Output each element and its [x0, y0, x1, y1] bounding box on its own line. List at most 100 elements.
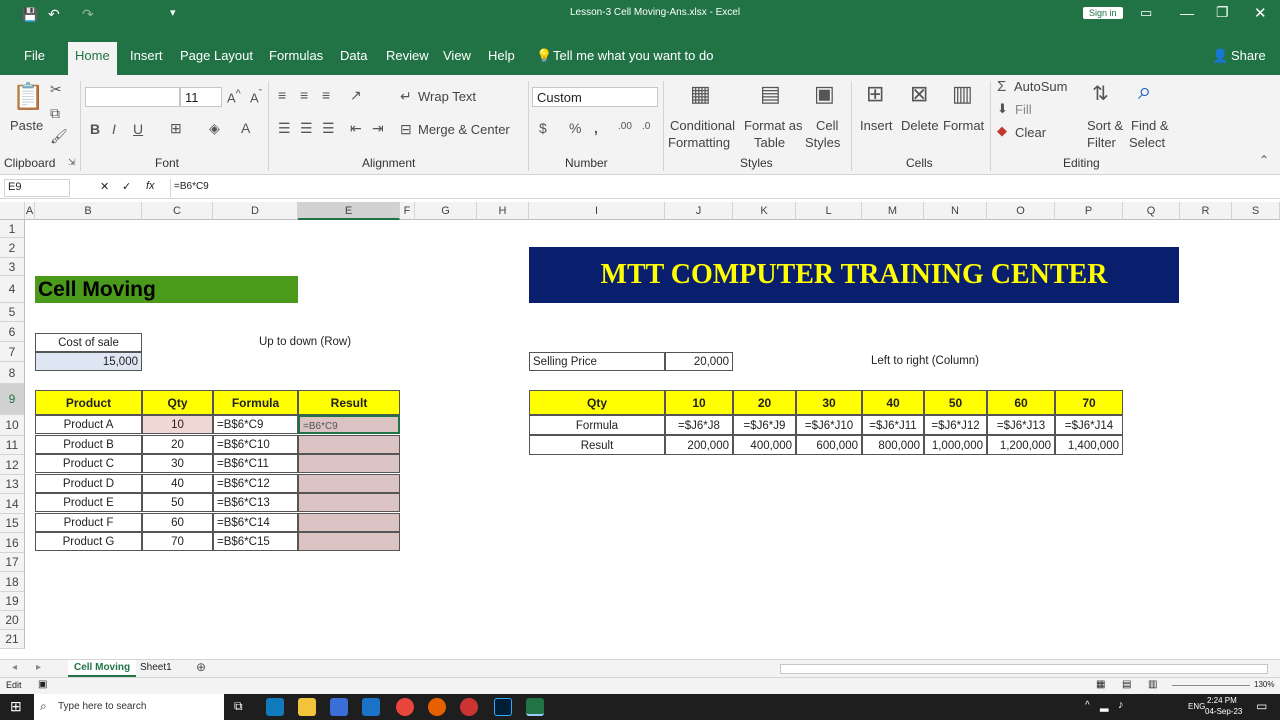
align-center-icon[interactable]: ☰: [300, 120, 313, 137]
sheet-tab-sheet1[interactable]: Sheet1: [140, 662, 172, 673]
format-cells-button[interactable]: Format: [943, 118, 984, 133]
fill-button[interactable]: Fill: [1015, 102, 1032, 117]
new-sheet-icon[interactable]: ⊕: [196, 660, 206, 674]
left-cell-result-13[interactable]: [298, 493, 400, 512]
column-header-o[interactable]: O: [987, 202, 1055, 220]
redo-icon[interactable]: ↷: [82, 6, 94, 23]
increase-decimal-icon[interactable]: .00: [618, 121, 632, 132]
selling-price-value[interactable]: 20,000: [665, 352, 733, 371]
paste-icon[interactable]: 📋: [12, 81, 44, 112]
bottom-align-icon[interactable]: ≡: [322, 87, 330, 103]
left-cell-formula-9[interactable]: =B$6*C9: [213, 415, 298, 434]
find-select-label-2[interactable]: Select: [1129, 135, 1165, 150]
cell-styles-label-2[interactable]: Styles: [805, 135, 840, 150]
row-header-1[interactable]: 1: [0, 220, 25, 238]
percent-button[interactable]: %: [569, 120, 581, 136]
column-header-q[interactable]: Q: [1123, 202, 1180, 220]
left-header-result[interactable]: Result: [298, 390, 400, 415]
clipboard-launcher-icon[interactable]: ⇲: [68, 157, 76, 168]
left-cell-product-10[interactable]: Product B: [35, 434, 142, 454]
up-to-down-label[interactable]: Up to down (Row): [256, 333, 354, 352]
formula-input[interactable]: =B6*C9: [170, 179, 1270, 197]
wrap-text-button[interactable]: Wrap Text: [418, 89, 476, 104]
left-cell-qty-13[interactable]: 50: [142, 493, 213, 512]
left-cell-qty-10[interactable]: 20: [142, 434, 213, 454]
tab-home[interactable]: Home: [68, 42, 117, 75]
right-cell-headers-1[interactable]: 10: [665, 390, 733, 415]
right-cell-result-7[interactable]: 1,400,000: [1055, 435, 1123, 455]
taskbar-time[interactable]: 2:24 PM: [1207, 696, 1237, 705]
tray-chevron-icon[interactable]: ^: [1085, 700, 1090, 711]
tab-file[interactable]: File: [24, 48, 45, 63]
column-header-f[interactable]: F: [400, 202, 415, 220]
collapse-ribbon-icon[interactable]: ⌃: [1259, 153, 1269, 167]
ribbon-display-icon[interactable]: ▭: [1140, 5, 1152, 21]
right-cell-result-1[interactable]: 200,000: [665, 435, 733, 455]
cost-of-sale-label[interactable]: Cost of sale: [35, 333, 142, 352]
left-cell-formula-13[interactable]: =B$6*C13: [213, 493, 298, 512]
column-header-a[interactable]: A: [25, 202, 35, 220]
left-cell-result-14[interactable]: [298, 512, 400, 532]
column-header-h[interactable]: H: [477, 202, 529, 220]
sheet-heading[interactable]: Cell Moving: [35, 276, 298, 303]
autosum-button[interactable]: AutoSum: [1014, 79, 1067, 94]
cost-of-sale-value[interactable]: 15,000: [35, 352, 142, 371]
middle-align-icon[interactable]: ≡: [300, 87, 308, 103]
row-header-20[interactable]: 20: [0, 611, 25, 630]
right-cell-formula-6[interactable]: =$J6*J13: [987, 415, 1055, 435]
left-cell-formula-15[interactable]: =B$6*C15: [213, 532, 298, 551]
save-icon[interactable]: 💾: [22, 7, 38, 23]
macro-record-icon[interactable]: ▣: [38, 679, 47, 690]
row-header-17[interactable]: 17: [0, 553, 25, 572]
right-cell-formula-7[interactable]: =$J6*J14: [1055, 415, 1123, 435]
row-header-14[interactable]: 14: [0, 494, 25, 514]
column-header-s[interactable]: S: [1232, 202, 1280, 220]
right-cell-headers-3[interactable]: 30: [796, 390, 862, 415]
row-header-12[interactable]: 12: [0, 455, 25, 475]
shrink-font-icon[interactable]: Aˇ: [250, 88, 262, 105]
customize-toolbar-icon[interactable]: ▾: [170, 6, 176, 19]
sort-filter-label-1[interactable]: Sort &: [1087, 118, 1123, 133]
left-cell-result-15[interactable]: [298, 532, 400, 551]
tab-data[interactable]: Data: [340, 48, 367, 63]
format-painter-icon[interactable]: 🖌: [50, 128, 68, 145]
font-size-combo[interactable]: 11: [180, 87, 222, 107]
row-header-11[interactable]: 11: [0, 436, 25, 455]
conditional-formatting-label-2[interactable]: Formatting: [668, 135, 730, 150]
align-right-icon[interactable]: ☰: [322, 120, 335, 137]
page-layout-view-icon[interactable]: ▤: [1122, 679, 1131, 690]
start-windows-icon[interactable]: ⊞: [10, 698, 22, 715]
insert-function-button[interactable]: fx: [146, 180, 155, 192]
underline-button[interactable]: U: [133, 121, 143, 137]
bold-button[interactable]: B: [90, 121, 100, 137]
row-header-5[interactable]: 5: [0, 303, 25, 322]
row-header-8[interactable]: 8: [0, 362, 25, 384]
network-icon[interactable]: ▂: [1100, 699, 1108, 712]
close-icon[interactable]: ✕: [1254, 4, 1267, 22]
font-color-icon[interactable]: A: [241, 120, 250, 136]
top-align-icon[interactable]: ≡: [278, 87, 286, 103]
page-break-view-icon[interactable]: ▥: [1148, 679, 1157, 690]
right-cell-formula-1[interactable]: =$J6*J8: [665, 415, 733, 435]
tab-view[interactable]: View: [443, 48, 471, 63]
sheet-tab-cell-moving[interactable]: Cell Moving: [68, 660, 137, 677]
prev-sheet-icon[interactable]: ◂: [12, 662, 17, 673]
edge-icon[interactable]: [266, 698, 284, 716]
row-header-18[interactable]: 18: [0, 572, 25, 592]
zoom-level[interactable]: 130%: [1254, 680, 1274, 689]
row-header-15[interactable]: 15: [0, 514, 25, 533]
tab-help[interactable]: Help: [488, 48, 515, 63]
left-cell-product-15[interactable]: Product G: [35, 532, 142, 551]
column-header-m[interactable]: M: [862, 202, 924, 220]
tell-me-search[interactable]: Tell me what you want to do: [553, 48, 713, 63]
chrome-icon[interactable]: [396, 698, 414, 716]
column-header-p[interactable]: P: [1055, 202, 1123, 220]
row-header-13[interactable]: 13: [0, 475, 25, 494]
row-header-2[interactable]: 2: [0, 238, 25, 258]
insert-cells-button[interactable]: Insert: [860, 118, 893, 133]
right-cell-headers-5[interactable]: 50: [924, 390, 987, 415]
taskbar-date[interactable]: 04-Sep-23: [1205, 707, 1242, 716]
fill-color-icon[interactable]: ◈: [209, 120, 220, 137]
find-select-label-1[interactable]: Find &: [1131, 118, 1169, 133]
row-header-19[interactable]: 19: [0, 592, 25, 611]
